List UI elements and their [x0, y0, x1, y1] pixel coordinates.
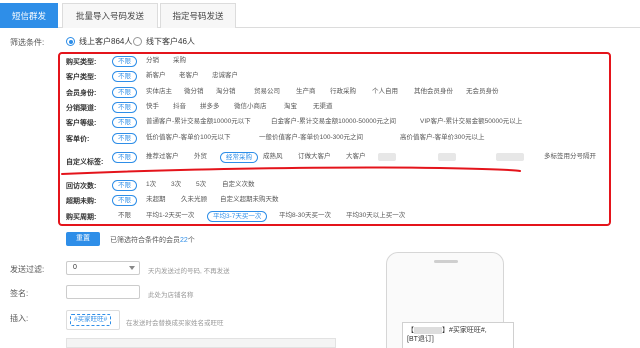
- row-label: 购买周期:: [66, 214, 97, 221]
- sign-input[interactable]: [66, 285, 140, 299]
- insert-hint: 在发送时会替换成买家姓名或旺旺: [126, 320, 224, 327]
- filter-row-overdue: 超期未购: 不限 未超期 久未光顾 自定义超期未购天数: [66, 195, 606, 207]
- reset-button[interactable]: 重置: [66, 232, 100, 246]
- sms-preview-bubble: 【 】#买家旺旺#, [BT退订]: [402, 322, 514, 348]
- option[interactable]: 久未光顾: [181, 195, 207, 206]
- row-label: 回访次数:: [66, 183, 97, 190]
- preview-line1: 】#买家旺旺#,: [442, 327, 487, 334]
- option-unlimited[interactable]: 不限: [118, 211, 131, 222]
- send-filter-hint: 天内发送过的号码, 不再发送: [148, 268, 230, 275]
- option[interactable]: 未超期: [146, 195, 166, 206]
- chevron-down-icon: [129, 266, 135, 270]
- filter-row-visit-count: 回访次数: 不限 1次 3次 5次 自定义次数: [66, 180, 606, 192]
- message-textarea[interactable]: [66, 338, 336, 348]
- insert-label: 插入:: [10, 314, 29, 323]
- option-selected[interactable]: 平均3-7天买一次: [207, 211, 268, 222]
- option[interactable]: 平均1-2天买一次: [146, 211, 194, 222]
- option[interactable]: 自定义超期未购天数: [220, 195, 279, 206]
- send-filter-label: 发送过滤:: [10, 265, 45, 274]
- blurred-shop-name: [414, 326, 442, 334]
- option-unlimited[interactable]: 不限: [112, 195, 137, 206]
- option-unlimited[interactable]: 不限: [112, 180, 137, 191]
- option[interactable]: 1次: [146, 180, 156, 191]
- count-prefix: 已筛选符合条件的会员: [110, 237, 180, 244]
- sign-label: 签名:: [10, 289, 29, 298]
- option[interactable]: 自定义次数: [222, 180, 255, 191]
- matched-count: 已筛选符合条件的会员22个: [110, 235, 195, 245]
- send-filter-select[interactable]: 0: [66, 261, 140, 275]
- option[interactable]: 平均30天以上买一次: [346, 211, 405, 222]
- preview-line2: [BT退订]: [407, 336, 434, 343]
- filter-row-purchase-cycle: 购买周期: 不限 平均1-2天买一次 平均3-7天买一次 平均8-30天买一次 …: [66, 211, 606, 223]
- sign-hint: 此处为店铺名称: [148, 292, 194, 299]
- count-value: 22: [180, 237, 188, 244]
- option[interactable]: 5次: [196, 180, 206, 191]
- count-suffix: 个: [187, 237, 195, 244]
- option[interactable]: 3次: [171, 180, 181, 191]
- send-filter-value: 0: [73, 264, 77, 271]
- preview-bracket: 【: [407, 327, 414, 334]
- phone-speaker-icon: [434, 260, 458, 263]
- insert-buyer-wangwang-button[interactable]: #买家旺旺#: [70, 314, 112, 326]
- option[interactable]: 平均8-30天买一次: [279, 211, 331, 222]
- row-label: 超期未购:: [66, 198, 97, 205]
